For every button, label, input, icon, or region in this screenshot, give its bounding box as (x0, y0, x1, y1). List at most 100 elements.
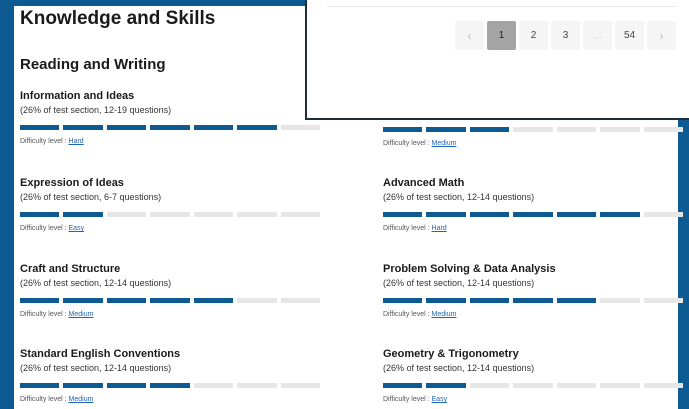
difficulty-bar-segment (280, 383, 320, 388)
skill-name: Expression of Ideas (20, 177, 124, 189)
difficulty-bar (383, 383, 683, 388)
divider (327, 6, 677, 7)
difficulty-bar-segment (280, 212, 320, 217)
difficulty-label: Difficulty level : (20, 396, 67, 403)
difficulty-level-link[interactable]: Hard (69, 138, 84, 145)
difficulty-bar-segment (469, 298, 510, 303)
skill-problem-solving-data-analysis: Problem Solving & Data Analysis (26% of … (383, 263, 683, 318)
skill-description: (26% of test section, 12-14 questions) (383, 363, 535, 373)
difficulty-bar-segment (383, 298, 423, 303)
difficulty-bar-segment (63, 383, 103, 388)
difficulty-label: Difficulty level : (383, 396, 430, 403)
skill-information-and-ideas: Information and Ideas (26% of test secti… (20, 90, 320, 145)
chevron-left-icon[interactable]: ‹ (455, 21, 484, 50)
difficulty-bar-segment (600, 127, 640, 132)
difficulty-level-link[interactable]: Medium (432, 311, 457, 318)
page-button-3[interactable]: 3 (551, 21, 580, 50)
difficulty-bar-segment (106, 125, 147, 130)
page-button-54[interactable]: 54 (615, 21, 644, 50)
difficulty-bar-segment (193, 125, 234, 130)
page-ellipsis: ... (583, 21, 612, 50)
difficulty-bar-segment (383, 127, 423, 132)
reading-writing-title: Reading and Writing (20, 56, 166, 73)
difficulty-bar-segment (600, 212, 640, 217)
skill-name: Standard English Conventions (20, 348, 181, 360)
difficulty-level-link[interactable]: Easy (432, 396, 448, 403)
difficulty-bar-segment (193, 212, 234, 217)
difficulty-bar-segment (20, 298, 60, 303)
difficulty-bar-segment (20, 125, 60, 130)
difficulty-bar-segment (556, 127, 597, 132)
difficulty-bar (20, 383, 320, 388)
difficulty-bar-segment (643, 298, 683, 303)
difficulty-line: Difficulty level : Medium (383, 140, 683, 147)
skill-description: (26% of test section, 12-14 questions) (20, 363, 172, 373)
difficulty-bar-segment (383, 212, 423, 217)
difficulty-bar-segment (193, 383, 234, 388)
difficulty-bar-segment (469, 212, 510, 217)
skill-standard-english-conventions: Standard English Conventions (26% of tes… (20, 348, 320, 403)
difficulty-level-link[interactable]: Medium (432, 140, 457, 147)
difficulty-bar-segment (600, 383, 640, 388)
difficulty-bar (383, 127, 683, 132)
difficulty-bar-segment (469, 383, 510, 388)
skill-name: Craft and Structure (20, 263, 121, 275)
difficulty-bar-segment (513, 298, 553, 303)
section-title: Knowledge and Skills (20, 8, 216, 29)
difficulty-line: Difficulty level : Easy (20, 225, 320, 232)
skill-name: Problem Solving & Data Analysis (383, 263, 556, 275)
difficulty-bar-segment (556, 383, 597, 388)
difficulty-bar-segment (426, 298, 466, 303)
page-button-2[interactable]: 2 (519, 21, 548, 50)
skill-description: (26% of test section, 12-14 questions) (383, 278, 535, 288)
difficulty-bar-segment (513, 127, 553, 132)
difficulty-bar-segment (237, 212, 277, 217)
page-button-1[interactable]: 1 (487, 21, 516, 50)
difficulty-bar-segment (513, 383, 553, 388)
skill-description: (26% of test section, 6-7 questions) (20, 192, 162, 202)
difficulty-line: Difficulty level : Medium (383, 311, 683, 318)
difficulty-bar-segment (237, 125, 277, 130)
skill-description: (26% of test section, 12-14 questions) (20, 278, 172, 288)
difficulty-bar-segment (150, 298, 190, 303)
difficulty-bar-segment (280, 298, 320, 303)
difficulty-level-link[interactable]: Medium (69, 311, 94, 318)
difficulty-bar-segment (63, 125, 103, 130)
difficulty-level-link[interactable]: Medium (69, 396, 94, 403)
difficulty-bar (383, 298, 683, 303)
difficulty-label: Difficulty level : (20, 138, 67, 145)
difficulty-bar-segment (20, 212, 60, 217)
difficulty-bar-segment (643, 212, 683, 217)
chevron-right-icon[interactable]: › (647, 21, 676, 50)
difficulty-bar-segment (426, 383, 466, 388)
difficulty-line: Difficulty level : Easy (383, 396, 683, 403)
difficulty-bar-segment (193, 298, 234, 303)
skill-description: (26% of test section, 12-14 questions) (383, 192, 535, 202)
difficulty-bar (20, 298, 320, 303)
difficulty-bar (20, 125, 320, 130)
difficulty-bar-segment (106, 212, 147, 217)
skill-name: Geometry & Trigonometry (383, 348, 519, 360)
difficulty-bar-segment (513, 212, 553, 217)
difficulty-bar-segment (469, 127, 510, 132)
left-border-stripe (0, 0, 14, 409)
difficulty-line: Difficulty level : Hard (383, 225, 683, 232)
difficulty-level-link[interactable]: Hard (432, 225, 447, 232)
difficulty-bar-segment (556, 212, 597, 217)
difficulty-bar-segment (150, 212, 190, 217)
difficulty-bar-segment (63, 298, 103, 303)
skill-math-partial: Difficulty level : Medium (383, 117, 683, 147)
difficulty-line: Difficulty level : Medium (20, 311, 320, 318)
difficulty-bar-segment (150, 383, 190, 388)
pagination: ‹ 1 2 3 ... 54 › (455, 21, 676, 50)
difficulty-label: Difficulty level : (20, 225, 67, 232)
difficulty-level-link[interactable]: Easy (69, 225, 85, 232)
difficulty-bar-segment (150, 125, 190, 130)
difficulty-bar-segment (237, 383, 277, 388)
difficulty-bar-segment (556, 298, 597, 303)
difficulty-bar-segment (63, 212, 103, 217)
difficulty-line: Difficulty level : Medium (20, 396, 320, 403)
skill-name: Advanced Math (383, 177, 465, 189)
skill-geometry-trigonometry: Geometry & Trigonometry (26% of test sec… (383, 348, 683, 403)
difficulty-line: Difficulty level : Hard (20, 138, 320, 145)
